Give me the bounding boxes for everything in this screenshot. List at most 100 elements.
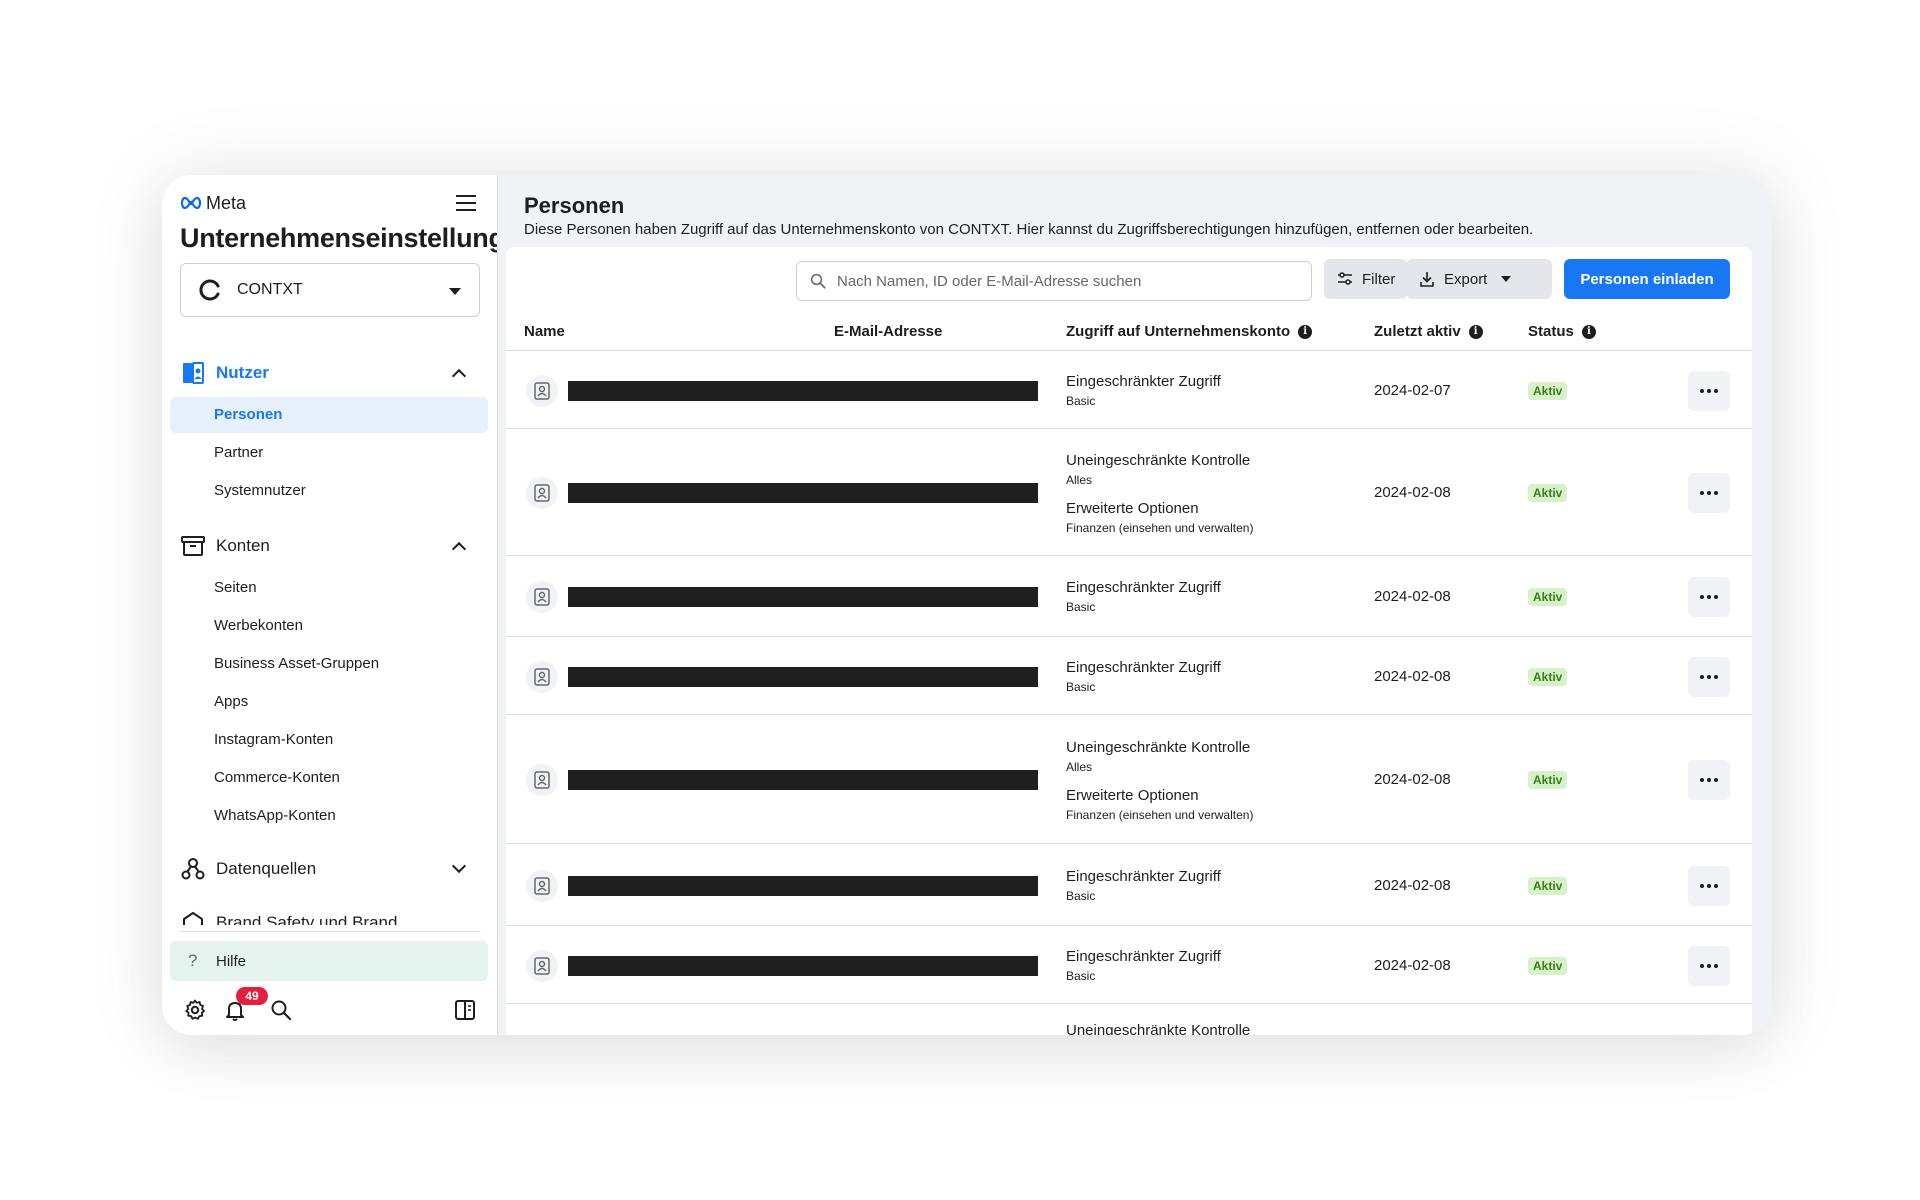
- access-role: Uneingeschränkte Kontrolle: [1066, 452, 1251, 469]
- search-icon[interactable]: [268, 997, 294, 1023]
- redacted-name-email: [568, 770, 1038, 790]
- sidebar-section-konten[interactable]: Konten: [180, 530, 480, 562]
- status-badge: Aktiv: [1528, 876, 1568, 895]
- search-box[interactable]: [796, 261, 1312, 301]
- shield-icon: [180, 909, 206, 925]
- person-avatar-icon: [526, 375, 558, 407]
- last-active-date: 2024-02-07: [1374, 382, 1451, 399]
- table-header: Name E-Mail-Adresse Zugriff auf Unterneh…: [506, 311, 1752, 351]
- access-cell: Eingeschränkter Zugriff Basic: [1066, 372, 1221, 420]
- column-header-email[interactable]: E-Mail-Adresse: [834, 323, 942, 340]
- app-window: Meta Unternehmenseinstellungen CONTXT: [162, 175, 1772, 1035]
- panel-toggle-icon[interactable]: [452, 997, 478, 1023]
- sidebar-section-datenquellen[interactable]: Datenquellen: [180, 853, 480, 885]
- access-cell: Eingeschränkter Zugriff Basic: [1066, 578, 1221, 626]
- redacted-name-email: [568, 587, 1038, 607]
- more-options-button[interactable]: [1688, 473, 1730, 513]
- caret-down-icon: [449, 288, 461, 295]
- person-avatar-icon: [526, 869, 558, 902]
- access-entry: Eingeschränkter Zugriff Basic: [1066, 578, 1221, 616]
- sidebar-item-whatsapp-konten[interactable]: WhatsApp-Konten: [170, 798, 488, 834]
- sidebar-section-nutzer[interactable]: Nutzer: [180, 357, 480, 389]
- sidebar-section-brand-safety[interactable]: Brand Safety und Brand: [180, 909, 480, 925]
- account-selector[interactable]: CONTXT: [180, 263, 480, 317]
- access-entry: Erweiterte Optionen Finanzen (einsehen un…: [1066, 786, 1253, 824]
- access-detail: Alles: [1066, 760, 1093, 774]
- access-cell: Uneingeschränkte Kontrolle: [1066, 1021, 1250, 1035]
- table-row[interactable]: Uneingeschränkte Kontrolle Alles Erweitert…: [506, 716, 1752, 844]
- sidebar-item-partner[interactable]: Partner: [170, 435, 488, 471]
- column-header-access[interactable]: Zugriff auf Unternehmenskonto i: [1066, 323, 1313, 340]
- archive-box-icon: [180, 533, 206, 559]
- sidebar-item-systemnutzer[interactable]: Systemnutzer: [170, 473, 488, 509]
- sidebar-item-apps[interactable]: Apps: [170, 684, 488, 720]
- ellipsis-icon: [1700, 389, 1718, 393]
- sidebar-item-werbekonten[interactable]: Werbekonten: [170, 608, 488, 644]
- download-icon: [1420, 272, 1434, 287]
- last-active-date: 2024-02-08: [1374, 667, 1451, 685]
- table-row[interactable]: Uneingeschränkte Kontrolle: [506, 1005, 1752, 1035]
- access-role: Erweiterte Optionen: [1066, 500, 1199, 517]
- sidebar-section-label: Konten: [216, 536, 270, 555]
- redacted-name-email: [568, 875, 1038, 896]
- table-row[interactable]: Uneingeschränkte Kontrolle Alles Erweitert…: [506, 430, 1752, 556]
- sidebar-section-label: Brand Safety und Brand: [216, 913, 398, 925]
- person-avatar-icon: [526, 581, 558, 613]
- column-header-status[interactable]: Status i: [1528, 323, 1596, 340]
- gear-icon[interactable]: [182, 997, 208, 1023]
- ellipsis-icon: [1700, 963, 1718, 968]
- ellipsis-icon: [1700, 674, 1718, 679]
- menu-icon[interactable]: [454, 191, 478, 215]
- access-cell: Uneingeschränkte Kontrolle Alles Erweitert…: [1066, 738, 1253, 834]
- filter-button[interactable]: Filter: [1324, 259, 1408, 299]
- notification-badge: 49: [236, 987, 268, 1005]
- access-role: Uneingeschränkte Kontrolle: [1066, 739, 1251, 756]
- ellipsis-icon: [1700, 491, 1718, 495]
- access-entry: Eingeschränkter Zugriff Basic: [1066, 372, 1221, 410]
- status-badge: Aktiv: [1528, 382, 1568, 400]
- sidebar-item-instagram-konten[interactable]: Instagram-Konten: [170, 722, 488, 758]
- access-detail: Basic: [1066, 600, 1096, 614]
- filter-sliders-icon: [1338, 272, 1352, 285]
- access-role: Eingeschränkter Zugriff: [1066, 867, 1221, 885]
- sidebar-item-commerce-konten[interactable]: Commerce-Konten: [170, 760, 488, 796]
- meta-infinity-icon: [180, 196, 202, 210]
- more-options-button[interactable]: [1688, 577, 1730, 617]
- column-header-last-active[interactable]: Zuletzt aktiv i: [1374, 323, 1483, 340]
- table-row[interactable]: Eingeschränkter Zugriff Basic 2024-02-07 Ak…: [506, 353, 1752, 429]
- last-active-date: 2024-02-08: [1374, 956, 1451, 974]
- more-options-button[interactable]: [1688, 945, 1730, 986]
- redacted-name-email: [568, 955, 1038, 976]
- table-row[interactable]: Eingeschränkter Zugriff Basic 2024-02-08 Ak…: [506, 845, 1752, 926]
- column-header-name[interactable]: Name: [524, 323, 565, 340]
- redacted-name-email: [568, 381, 1038, 401]
- more-options-button[interactable]: [1688, 371, 1730, 411]
- more-options-button[interactable]: [1688, 865, 1730, 906]
- sidebar-item-business-asset-gruppen[interactable]: Business Asset-Gruppen: [170, 646, 488, 682]
- sidebar-item-personen[interactable]: Personen: [170, 397, 488, 433]
- last-active-date: 2024-02-08: [1374, 484, 1451, 501]
- data-sources-icon: [180, 856, 206, 882]
- access-role: Uneingeschränkte Kontrolle: [1066, 1022, 1251, 1035]
- access-entry: Uneingeschränkte Kontrolle: [1066, 1021, 1250, 1035]
- ellipsis-icon: [1700, 883, 1718, 888]
- access-entry: Uneingeschränkte Kontrolle Alles: [1066, 451, 1253, 489]
- export-button[interactable]: Export: [1406, 259, 1552, 299]
- more-options-button[interactable]: [1688, 760, 1730, 800]
- help-button[interactable]: ? Hilfe: [170, 941, 488, 981]
- info-icon[interactable]: i: [1468, 324, 1483, 339]
- search-input[interactable]: [837, 272, 1297, 290]
- sidebar-item-seiten[interactable]: Seiten: [170, 570, 488, 606]
- meta-logo[interactable]: Meta: [180, 191, 246, 215]
- redacted-name-email: [568, 666, 1038, 687]
- table-row[interactable]: Eingeschränkter Zugriff Basic 2024-02-08 Ak…: [506, 557, 1752, 637]
- question-icon: ?: [188, 951, 198, 970]
- last-active-date: 2024-02-08: [1374, 876, 1451, 894]
- table-row[interactable]: Eingeschränkter Zugriff Basic 2024-02-08 Ak…: [506, 927, 1752, 1004]
- more-options-button[interactable]: [1688, 656, 1730, 697]
- table-row[interactable]: Eingeschränkter Zugriff Basic 2024-02-08 Ak…: [506, 638, 1752, 715]
- account-name: CONTXT: [237, 281, 303, 298]
- info-icon[interactable]: i: [1581, 324, 1596, 339]
- invite-people-button[interactable]: Personen einladen: [1564, 259, 1730, 299]
- info-icon[interactable]: i: [1298, 324, 1313, 339]
